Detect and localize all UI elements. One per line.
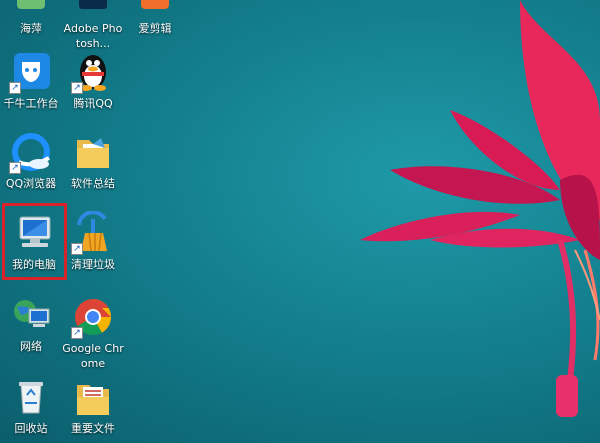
desktop-icon-qianniu[interactable]: ↗ 千牛工作台 bbox=[0, 50, 62, 111]
desktop-icon-tencent-qq[interactable]: ↗ 腾讯QQ bbox=[62, 50, 124, 111]
desktop-icon-label: 清理垃圾 bbox=[71, 258, 115, 271]
desktop-icon-label: 网络 bbox=[20, 340, 42, 353]
desktop-icon-haiping[interactable]: 海萍 bbox=[0, 0, 62, 36]
qianniu-icon: ↗ bbox=[9, 50, 53, 94]
qq-browser-icon: ↗ bbox=[9, 130, 53, 174]
shortcut-arrow-icon: ↗ bbox=[9, 162, 21, 174]
desktop-icon-clean-junk[interactable]: ↗ 清理垃圾 bbox=[62, 210, 124, 272]
shortcut-arrow-icon: ↗ bbox=[71, 82, 83, 94]
shortcut-arrow-icon: ↗ bbox=[71, 327, 83, 339]
desktop-icon-label: QQ浏览器 bbox=[5, 177, 57, 190]
flower-graphic bbox=[360, 0, 600, 417]
folder-icon bbox=[71, 130, 115, 174]
desktop-icon-label: Google Chrome bbox=[62, 342, 124, 370]
desktop-icon-label: Adobe Photosh... bbox=[63, 22, 123, 50]
desktop-icon-label: 回收站 bbox=[14, 422, 48, 435]
network-icon bbox=[9, 293, 53, 337]
qq-penguin-icon: ↗ bbox=[71, 50, 115, 94]
desktop-icon-label: 千牛工作台 bbox=[3, 97, 59, 110]
desktop-icon-label: 海萍 bbox=[20, 22, 42, 35]
highlight-box bbox=[2, 203, 67, 280]
desktop-icon-google-chrome[interactable]: ↗ Google Chrome bbox=[62, 295, 124, 371]
video-editor-icon bbox=[133, 0, 177, 19]
desktop-icon-aijianji[interactable]: 爱剪辑 bbox=[124, 0, 186, 36]
document-folder-icon bbox=[71, 375, 115, 419]
recycle-bin-icon bbox=[9, 375, 53, 419]
desktop-icon-qq-browser[interactable]: ↗ QQ浏览器 bbox=[0, 130, 62, 191]
shortcut-arrow-icon: ↗ bbox=[71, 243, 83, 255]
desktop-icon-label: 软件总结 bbox=[71, 177, 115, 190]
app-icon bbox=[9, 0, 53, 19]
desktop-icon-network[interactable]: 网络 bbox=[0, 293, 62, 354]
desktop-icon-recycle-bin[interactable]: 回收站 bbox=[0, 375, 62, 436]
desktop-icon-important-files[interactable]: 重要文件 bbox=[62, 375, 124, 436]
photoshop-icon bbox=[71, 0, 115, 19]
chrome-icon: ↗ bbox=[71, 295, 115, 339]
desktop-icon-photoshop[interactable]: Adobe Photosh... bbox=[62, 0, 124, 51]
desktop-icon-label: 爱剪辑 bbox=[138, 22, 172, 35]
desktop-icon-label: 重要文件 bbox=[71, 422, 115, 435]
desktop-icon-software-summary[interactable]: 软件总结 bbox=[62, 130, 124, 191]
shortcut-arrow-icon: ↗ bbox=[9, 82, 21, 94]
broom-icon: ↗ bbox=[71, 210, 115, 255]
desktop-icon-label: 腾讯QQ bbox=[73, 97, 113, 110]
